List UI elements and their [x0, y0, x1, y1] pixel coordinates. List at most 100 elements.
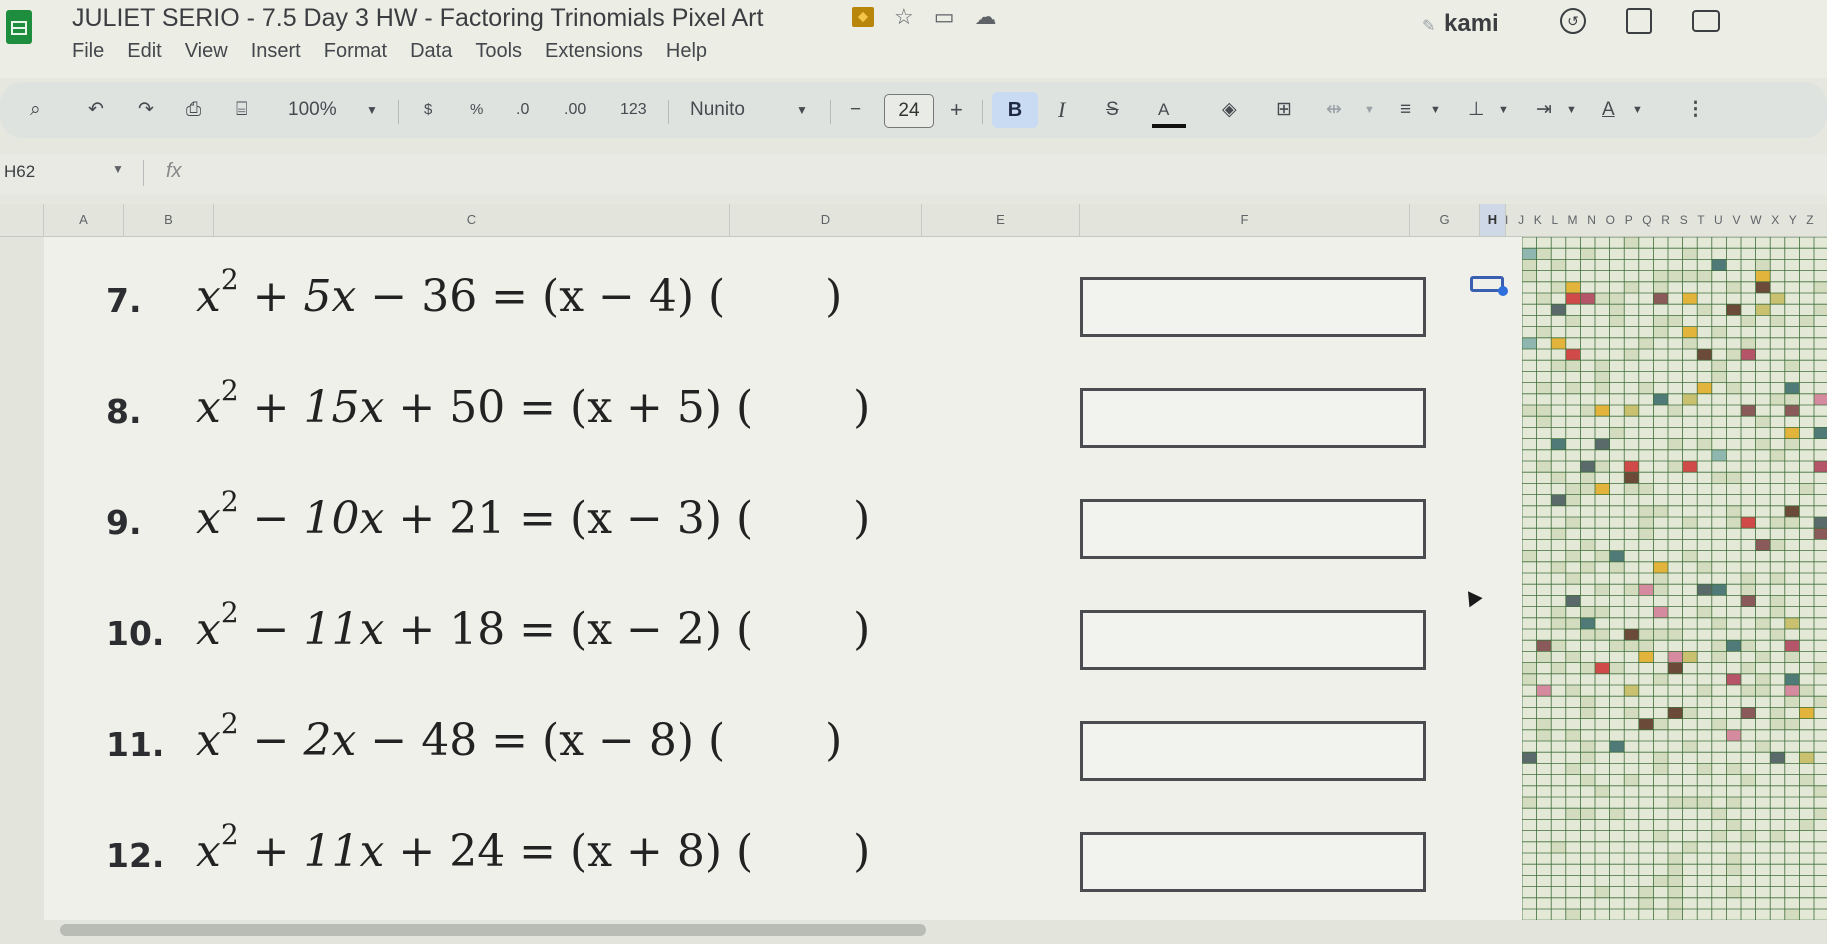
header-actions: ↺ — [1560, 8, 1720, 34]
pixel-cell — [1755, 270, 1771, 282]
increase-decimal-button[interactable]: .00 — [564, 96, 586, 124]
fx-icon: fx — [166, 160, 182, 182]
menu-data[interactable]: Data — [410, 40, 452, 63]
answer-box[interactable] — [1080, 499, 1426, 559]
borders-icon[interactable]: ⊞ — [1276, 96, 1292, 124]
pixel-cell — [1741, 707, 1756, 719]
zoom-select[interactable]: 100% — [288, 96, 337, 124]
column-header-b[interactable]: B — [124, 204, 214, 236]
menu-file[interactable]: File — [72, 40, 104, 63]
pixel-cell — [1595, 629, 1610, 641]
pixel-cell — [1668, 875, 1683, 887]
answer-box[interactable] — [1080, 832, 1426, 892]
pixel-cell — [1638, 584, 1654, 596]
text-rotation-icon[interactable]: A — [1602, 96, 1615, 124]
text-rotation-dropdown-icon[interactable]: ▼ — [1632, 96, 1643, 124]
print-icon[interactable]: ⎙ — [186, 96, 201, 124]
pixel-cell — [1580, 808, 1595, 820]
paint-format-icon[interactable]: ⌸ — [236, 96, 247, 124]
vertical-align-dropdown-icon[interactable]: ▼ — [1498, 96, 1509, 124]
column-header-c[interactable]: C — [214, 204, 730, 236]
version-history-icon[interactable]: ↺ — [1560, 8, 1586, 34]
horizontal-align-dropdown-icon[interactable]: ▼ — [1430, 96, 1441, 124]
zoom-dropdown-icon[interactable]: ▼ — [366, 96, 378, 124]
pixel-cell — [1536, 382, 1552, 394]
currency-format-button[interactable]: $ — [424, 96, 432, 124]
pixel-art-grid[interactable] — [1522, 237, 1827, 927]
pixel-cell — [1522, 752, 1537, 764]
pixel-cell — [1668, 797, 1683, 809]
note-handle[interactable] — [1498, 286, 1508, 296]
select-all-corner[interactable] — [0, 204, 44, 236]
kami-badge-icon[interactable] — [852, 7, 874, 27]
kami-button[interactable]: kami — [1444, 10, 1499, 38]
search-menus-icon[interactable]: ⌕ — [30, 96, 41, 124]
merge-cells-icon[interactable]: ⇹ — [1326, 96, 1342, 124]
pixel-cell — [1653, 573, 1668, 585]
comments-icon[interactable] — [1626, 8, 1652, 34]
fill-color-icon[interactable]: ◈ — [1222, 96, 1237, 124]
number-format-button[interactable]: 123 — [620, 96, 647, 124]
bold-button[interactable]: B — [992, 92, 1038, 128]
text-color-button[interactable]: A — [1158, 96, 1169, 124]
text-wrapping-icon[interactable]: ⇥ — [1536, 96, 1552, 124]
increase-font-size-button[interactable]: + — [950, 96, 963, 124]
term-b-sign: − — [252, 604, 290, 655]
column-header-f[interactable]: F — [1080, 204, 1410, 236]
menu-tools[interactable]: Tools — [475, 40, 522, 63]
cloud-status-icon[interactable]: ☁ — [975, 6, 997, 28]
column-header-e[interactable]: E — [922, 204, 1080, 236]
decrease-font-size-button[interactable]: − — [850, 96, 861, 124]
menu-view[interactable]: View — [185, 40, 228, 63]
pixel-cell — [1653, 281, 1668, 293]
sheets-logo-icon[interactable] — [6, 10, 32, 44]
document-title[interactable]: JULIET SERIO - 7.5 Day 3 HW - Factoring … — [72, 4, 763, 33]
column-header-a[interactable]: A — [44, 204, 124, 236]
name-box-dropdown-icon[interactable]: ▼ — [112, 162, 124, 176]
font-select[interactable]: Nunito — [690, 96, 745, 124]
column-header-d[interactable]: D — [730, 204, 922, 236]
pixel-cell — [1741, 337, 1756, 349]
pixel-cell — [1624, 629, 1639, 641]
pixel-cell — [1609, 808, 1625, 820]
column-header-g[interactable]: G — [1410, 204, 1480, 236]
term-b: 11x — [303, 604, 385, 655]
decrease-decimal-button[interactable]: .0 — [516, 96, 529, 124]
pixel-cell — [1595, 438, 1610, 450]
merge-dropdown-icon[interactable]: ▼ — [1364, 96, 1375, 124]
redo-icon[interactable]: ↷ — [138, 96, 154, 124]
font-size-input[interactable]: 24 — [884, 94, 934, 128]
pixel-cell — [1638, 483, 1654, 495]
given-factor: (x + 8) — [570, 826, 723, 877]
name-box[interactable]: H62 — [4, 162, 35, 182]
row-header-gutter[interactable] — [0, 237, 44, 927]
menu-help[interactable]: Help — [666, 40, 707, 63]
column-headers-i-to-z[interactable]: I J K L M N O P Q R S T U V W X Y Z — [1505, 204, 1817, 236]
italic-button[interactable]: I — [1058, 96, 1065, 124]
star-icon[interactable]: ☆ — [894, 6, 914, 28]
move-folder-icon[interactable]: ▭ — [934, 6, 955, 28]
menu-format[interactable]: Format — [324, 40, 387, 63]
more-options-icon[interactable]: ⋮ — [1686, 96, 1705, 124]
answer-box[interactable] — [1080, 388, 1426, 448]
answer-box[interactable] — [1080, 610, 1426, 670]
horizontal-scrollbar-thumb[interactable] — [60, 924, 926, 936]
pixel-cell — [1565, 382, 1581, 394]
vertical-align-icon[interactable]: ⊥ — [1468, 96, 1485, 124]
menu-extensions[interactable]: Extensions — [545, 40, 643, 63]
answer-box[interactable] — [1080, 721, 1426, 781]
undo-icon[interactable]: ↶ — [88, 96, 104, 124]
horizontal-align-icon[interactable]: ≡ — [1400, 96, 1411, 124]
pixel-cell — [1697, 797, 1712, 809]
pixel-cell — [1784, 909, 1800, 921]
text-wrapping-dropdown-icon[interactable]: ▼ — [1566, 96, 1577, 124]
meet-icon[interactable] — [1692, 10, 1720, 32]
strikethrough-button[interactable]: S — [1106, 96, 1119, 124]
menu-edit[interactable]: Edit — [127, 40, 161, 63]
menu-insert[interactable]: Insert — [251, 40, 301, 63]
column-header-h[interactable]: H — [1480, 204, 1506, 236]
percent-format-button[interactable]: % — [470, 96, 483, 124]
pixel-cell — [1595, 606, 1610, 618]
answer-box[interactable] — [1080, 277, 1426, 337]
font-dropdown-icon[interactable]: ▼ — [796, 96, 808, 124]
